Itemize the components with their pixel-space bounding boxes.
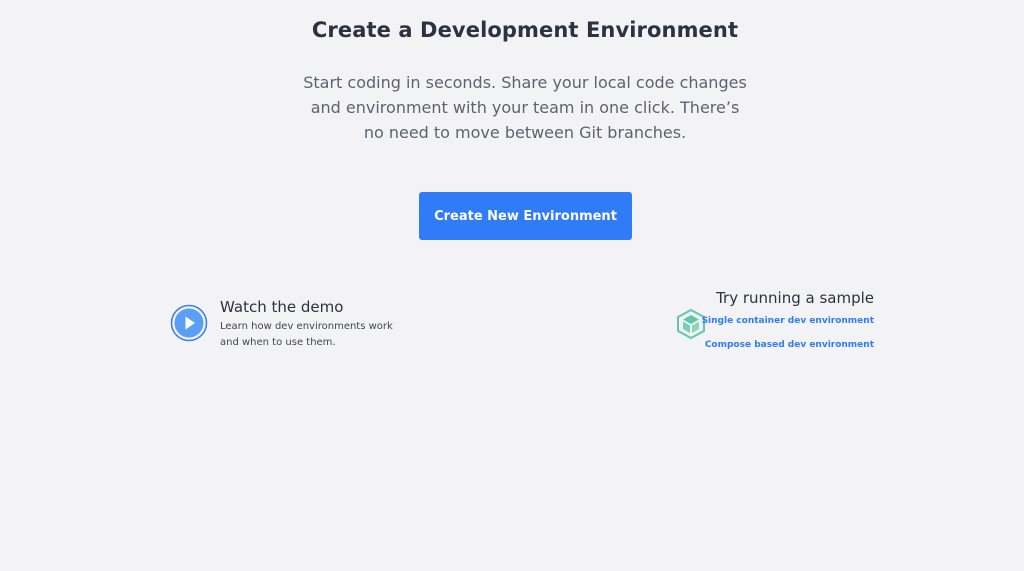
try-sample-section: Try running a sample Single container de… [674, 289, 880, 359]
watch-demo-title[interactable]: Watch the demo [220, 298, 343, 316]
dev-environments-page: Create a Development Environment Start c… [0, 0, 1024, 571]
page-subtitle: Start coding in seconds. Share your loca… [303, 73, 747, 142]
watch-demo-section[interactable]: Watch the demo Learn how dev environment… [170, 298, 430, 358]
try-sample-title: Try running a sample [716, 289, 874, 307]
page-title: Create a Development Environment [311, 18, 739, 42]
single-container-sample-link[interactable]: Single container dev environment [702, 316, 874, 326]
watch-demo-description: Learn how dev environments work and when… [220, 321, 393, 348]
compose-sample-link[interactable]: Compose based dev environment [705, 340, 874, 350]
play-icon[interactable] [170, 304, 208, 342]
create-new-environment-button[interactable]: Create New Environment [419, 192, 632, 240]
